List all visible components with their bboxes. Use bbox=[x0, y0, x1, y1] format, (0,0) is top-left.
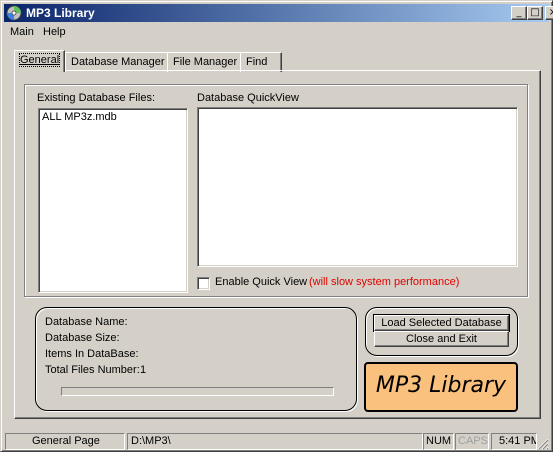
menu-main[interactable]: Main bbox=[10, 26, 34, 38]
tab-find-label: Find bbox=[246, 56, 268, 68]
menu-help[interactable]: Help bbox=[43, 26, 66, 38]
status-path: D:\MP3\ bbox=[127, 433, 423, 450]
status-num: NUM bbox=[423, 433, 454, 450]
tab-file-manager-label: File Manager bbox=[173, 56, 238, 68]
close-button[interactable]: × bbox=[545, 6, 553, 20]
tab-general[interactable]: General bbox=[14, 50, 66, 72]
total-files-label: Total Files Number: bbox=[45, 364, 140, 376]
tab-file-manager[interactable]: File Manager bbox=[167, 52, 244, 72]
menu-bar: Main Help bbox=[4, 23, 549, 42]
database-size-label: Database Size: bbox=[45, 332, 120, 344]
items-in-database-label: Items In DataBase: bbox=[45, 348, 139, 360]
load-progress-bar bbox=[61, 387, 334, 396]
tab-general-label: General bbox=[18, 53, 61, 67]
status-bar: General Page D:\MP3\ NUM CAPS 5:41 PM bbox=[4, 431, 549, 450]
quickview-warning: (will slow system performance) bbox=[309, 276, 460, 288]
app-logo: MP3 Library bbox=[364, 362, 518, 412]
resize-grip-icon[interactable] bbox=[537, 438, 549, 450]
window-title: MP3 Library bbox=[26, 6, 95, 20]
title-bar[interactable]: MP3 Library _ □ × bbox=[4, 4, 553, 22]
status-caps: CAPS bbox=[455, 433, 489, 450]
database-name-label: Database Name: bbox=[45, 316, 128, 328]
tab-database-manager-label: Database Manager bbox=[71, 56, 165, 68]
total-files-value: 1 bbox=[140, 364, 147, 376]
existing-files-label: Existing Database Files: bbox=[37, 92, 155, 104]
maximize-button[interactable]: □ bbox=[527, 6, 543, 20]
logo-text: MP3 Library bbox=[375, 373, 507, 398]
app-cd-icon bbox=[6, 5, 22, 21]
database-files-list[interactable]: ALL MP3z.mdb bbox=[38, 108, 188, 293]
enable-quickview-label[interactable]: Enable Quick View bbox=[215, 276, 307, 288]
quickview-label: Database QuickView bbox=[197, 92, 299, 104]
minimize-button[interactable]: _ bbox=[511, 6, 527, 20]
tab-find[interactable]: Find bbox=[240, 52, 282, 72]
tab-database-manager[interactable]: Database Manager bbox=[65, 52, 171, 72]
app-window: MP3 Library _ □ × Main Help General Data… bbox=[0, 0, 553, 452]
close-exit-button[interactable]: Close and Exit bbox=[374, 331, 509, 347]
list-item[interactable]: ALL MP3z.mdb bbox=[42, 111, 117, 123]
close-icon: × bbox=[548, 7, 553, 18]
status-page: General Page bbox=[5, 433, 125, 450]
maximize-icon: □ bbox=[530, 7, 540, 18]
minimize-icon: _ bbox=[516, 7, 522, 18]
quickview-pane[interactable] bbox=[197, 107, 518, 267]
enable-quickview-checkbox[interactable] bbox=[197, 277, 210, 290]
load-database-button[interactable]: Load Selected Database bbox=[373, 314, 510, 332]
status-time: 5:41 PM bbox=[491, 433, 537, 450]
